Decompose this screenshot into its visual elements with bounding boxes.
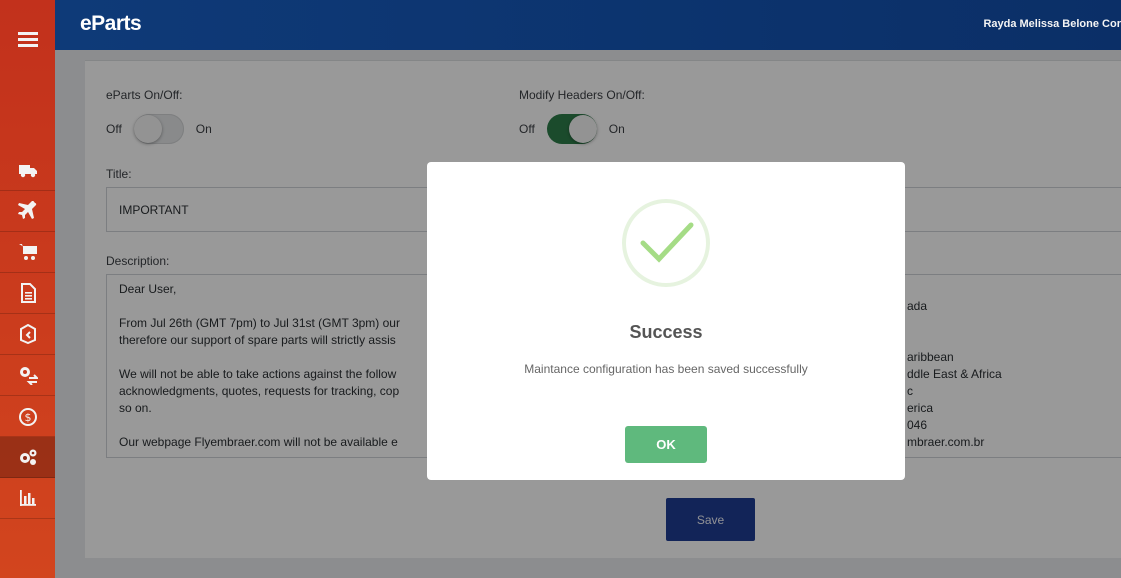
- sidebar-item-returns[interactable]: [0, 314, 55, 355]
- document-icon: [20, 283, 36, 303]
- ok-button[interactable]: OK: [625, 426, 707, 463]
- box-return-icon: [19, 324, 36, 344]
- sidebar-item-flights[interactable]: [0, 191, 55, 232]
- sidebar-item-reports[interactable]: [0, 478, 55, 519]
- user-name[interactable]: Rayda Melissa Belone Cor: [983, 18, 1121, 30]
- hamburger-menu-icon[interactable]: [0, 20, 55, 60]
- svg-text:$: $: [24, 411, 31, 424]
- sidebar-item-truck[interactable]: [0, 150, 55, 191]
- gear-exchange-icon: [19, 367, 38, 385]
- airplane-icon: [17, 201, 36, 219]
- dialog-title: Success: [629, 322, 703, 342]
- sidebar-item-finance[interactable]: $: [0, 396, 55, 437]
- sidebar: $: [0, 0, 55, 578]
- app-logo[interactable]: eParts: [80, 12, 142, 36]
- success-dialog: Success Maintance configuration has been…: [427, 162, 905, 480]
- sidebar-item-exchange[interactable]: [0, 355, 55, 396]
- dollar-icon: $: [18, 408, 37, 426]
- top-header: eParts Rayda Melissa Belone Cor: [55, 0, 1121, 50]
- bar-chart-icon: [19, 490, 36, 506]
- sidebar-item-settings[interactable]: [0, 437, 55, 478]
- dialog-message: Maintance configuration has been saved s…: [524, 362, 808, 376]
- cart-icon: [18, 244, 37, 260]
- truck-icon: [18, 165, 37, 178]
- sidebar-item-documents[interactable]: [0, 273, 55, 314]
- gears-icon: [19, 449, 36, 465]
- success-check-icon: [622, 199, 710, 287]
- sidebar-item-cart[interactable]: [0, 232, 55, 273]
